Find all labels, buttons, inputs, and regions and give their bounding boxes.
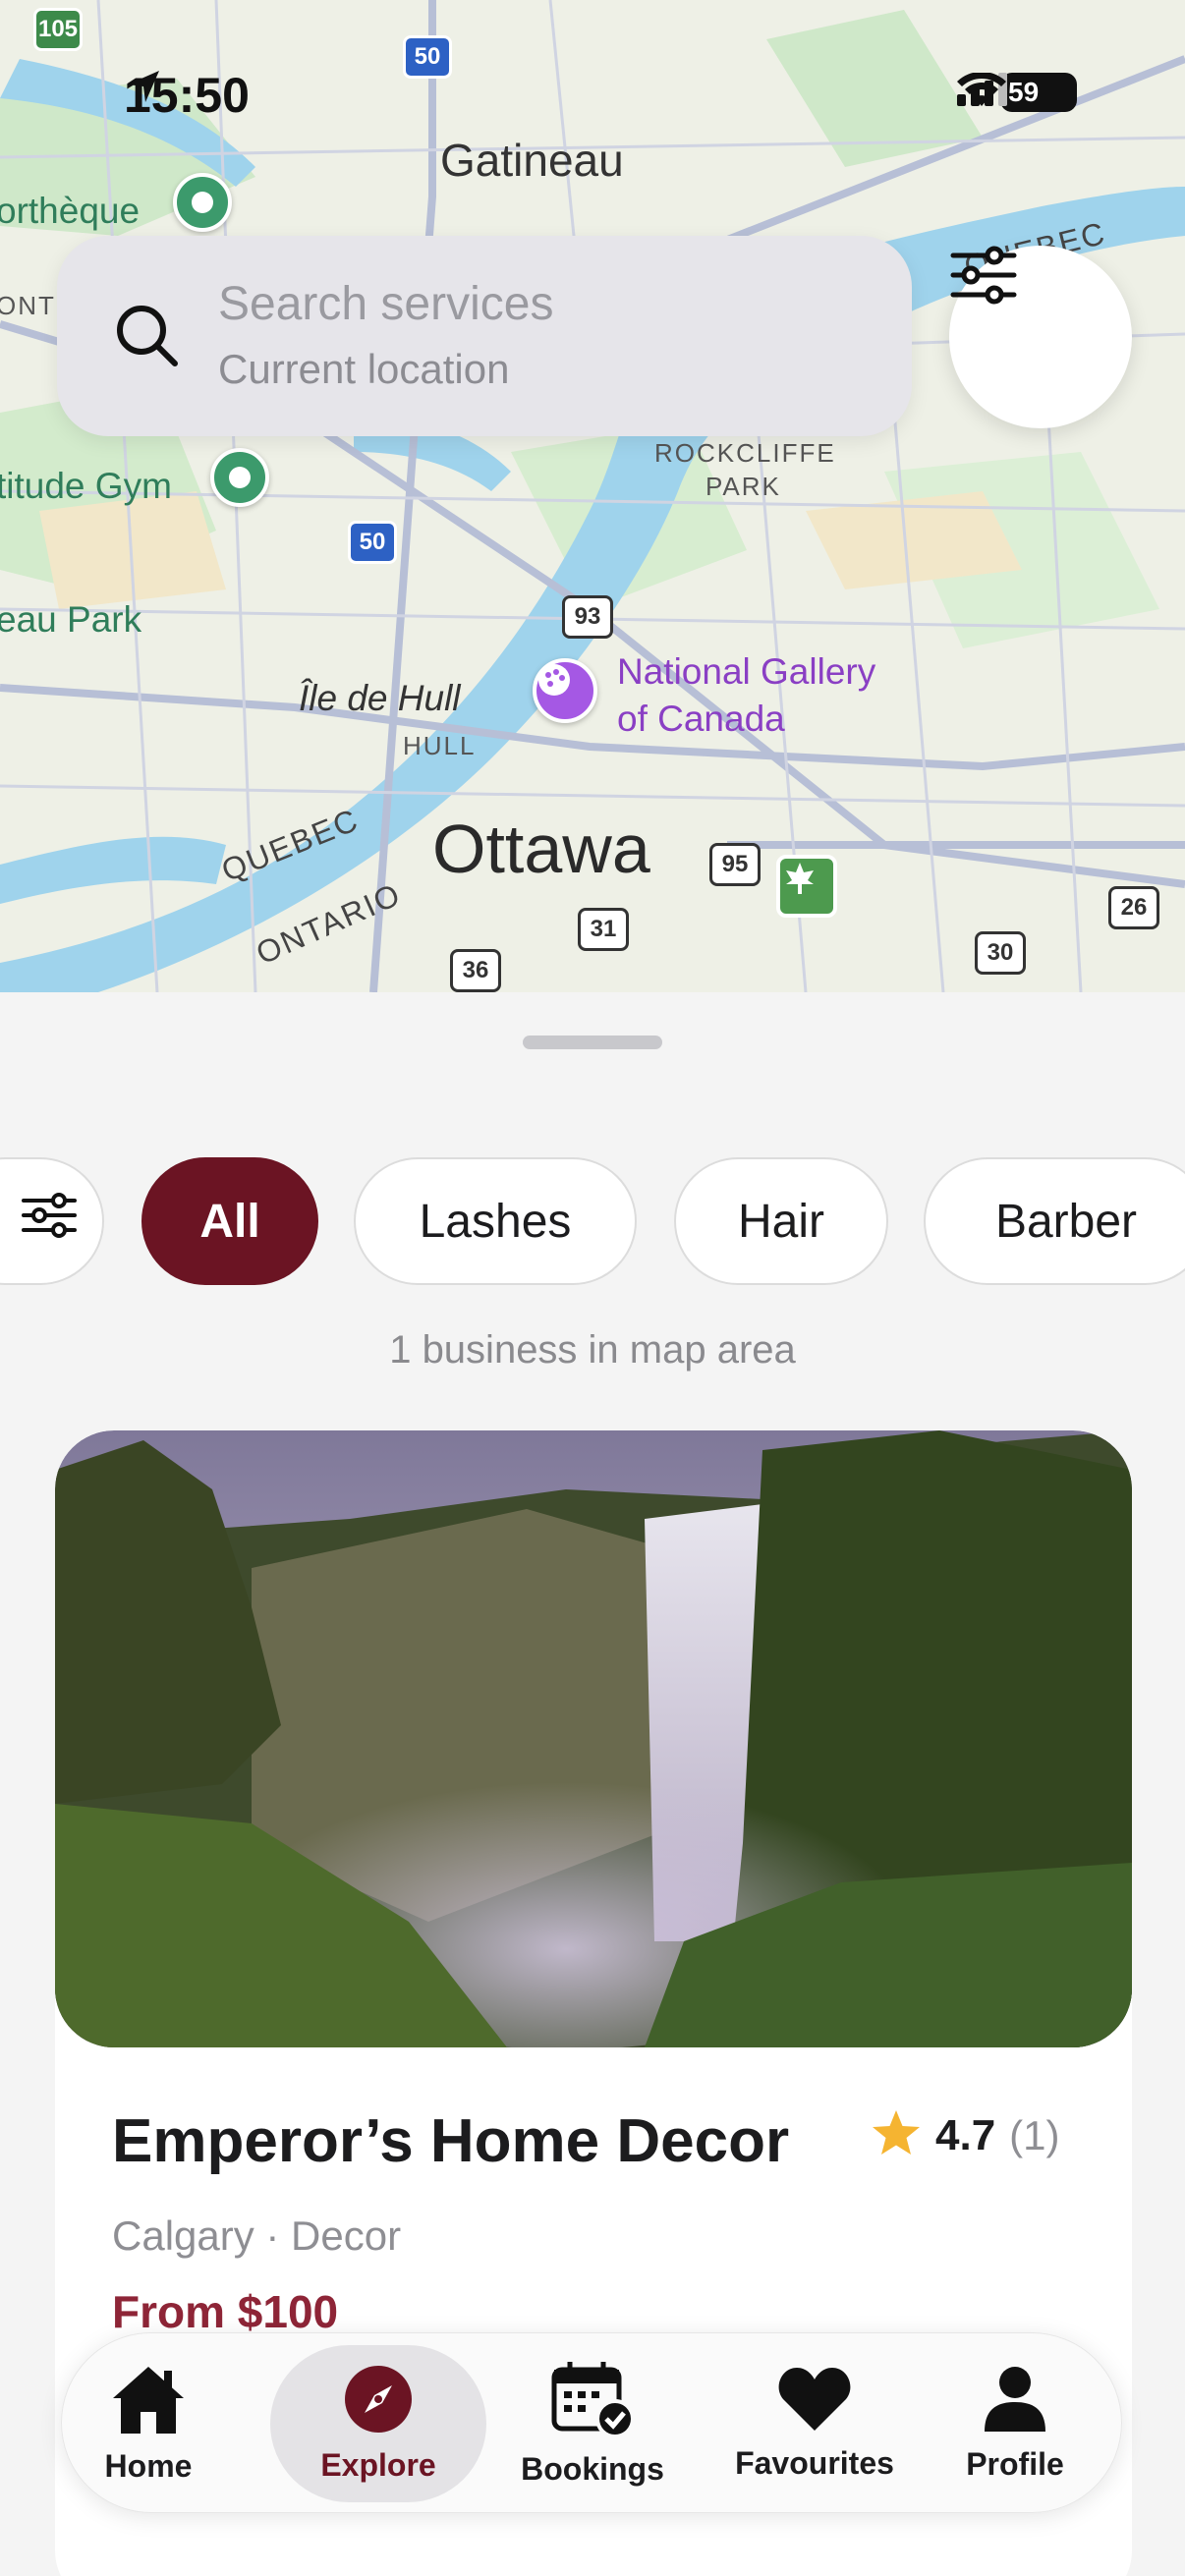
star-icon xyxy=(871,2108,922,2162)
chip-barber[interactable]: Barber xyxy=(924,1157,1185,1285)
route-shield-93: 93 xyxy=(562,595,613,639)
map-view[interactable]: Gatineau Ottawa orthèque titude Gym eau … xyxy=(0,0,1185,992)
review-count: (1) xyxy=(1009,2111,1060,2158)
chip-lashes[interactable]: Lashes xyxy=(354,1157,637,1285)
business-photo xyxy=(55,1430,1132,2047)
business-price: From $100 xyxy=(112,2286,339,2337)
tab-bookings-label: Bookings xyxy=(521,2451,664,2487)
category-chips: All Lashes Hair Barber xyxy=(0,1157,1185,1285)
tab-explore[interactable]: Explore xyxy=(270,2345,486,2502)
map-label-national-gallery[interactable]: National Gallery of Canada xyxy=(617,648,875,743)
chip-all[interactable]: All xyxy=(141,1157,318,1285)
map-label-rockcliffe: ROCKCLIFFE xyxy=(654,438,836,468)
house-icon xyxy=(109,2363,188,2440)
map-label-ont: ONT xyxy=(0,291,56,320)
sheet-grabber[interactable] xyxy=(523,1036,662,1049)
tab-profile[interactable]: Profile xyxy=(946,2345,1084,2502)
route-shield-50: 50 xyxy=(348,521,397,564)
map-label-ottawa: Ottawa xyxy=(432,811,650,887)
sliders-icon xyxy=(22,1193,77,1250)
search-placeholder: Search services xyxy=(218,278,554,330)
map-label-ile-de-hull: Île de Hull xyxy=(299,678,461,718)
tab-explore-label: Explore xyxy=(320,2447,436,2483)
person-icon xyxy=(983,2365,1047,2438)
business-name: Emperor’s Home Decor xyxy=(112,2107,790,2175)
map-label-park: eau Park xyxy=(0,599,142,640)
search-location: Current location xyxy=(218,346,510,392)
rating-value: 4.7 xyxy=(935,2110,996,2159)
tab-favourites-label: Favourites xyxy=(735,2445,894,2481)
route-shield-50-top: 50 xyxy=(403,35,452,79)
tab-bar: Home Explore Bookings Favourites Profile xyxy=(61,2332,1122,2513)
route-shield-26: 26 xyxy=(1108,886,1159,929)
chip-hair[interactable]: Hair xyxy=(674,1157,888,1285)
heart-icon xyxy=(777,2366,852,2437)
tab-favourites[interactable]: Favourites xyxy=(714,2345,915,2502)
business-location-category: Calgary · Decor xyxy=(112,2212,402,2259)
status-indicators: 59 xyxy=(957,73,1077,112)
results-count: 1 business in map area xyxy=(389,1328,796,1372)
map-label-park-small: PARK xyxy=(705,472,781,501)
map-pin-national-gallery[interactable] xyxy=(533,658,597,723)
tab-profile-label: Profile xyxy=(966,2446,1064,2482)
tab-home-label: Home xyxy=(104,2448,193,2484)
tab-bookings[interactable]: Bookings xyxy=(506,2345,679,2502)
map-pin-altitude-gym[interactable] xyxy=(210,448,269,507)
map-label-bibliotheque: orthèque xyxy=(0,191,141,231)
map-label-national-gallery-line1: National Gallery xyxy=(617,651,876,692)
map-label-hull: HULL xyxy=(403,731,477,760)
map-pin-bibliotheque[interactable] xyxy=(173,173,232,232)
route-shield-105: 105 xyxy=(33,8,83,51)
map-label-national-gallery-line2: of Canada xyxy=(617,699,785,739)
business-rating: 4.7 (1) xyxy=(871,2108,1060,2162)
route-shield-31: 31 xyxy=(578,908,629,951)
chip-filter-button[interactable] xyxy=(0,1157,104,1285)
status-time: 15:50 xyxy=(124,67,250,124)
calendar-check-icon xyxy=(550,2360,635,2443)
search-bar[interactable]: Search services Current location xyxy=(57,236,912,436)
route-shield-36: 36 xyxy=(450,949,501,992)
map-label-gatineau: Gatineau xyxy=(440,135,624,186)
battery-level: 59 xyxy=(1008,77,1040,107)
route-shield-95: 95 xyxy=(709,843,761,886)
map-filter-button[interactable] xyxy=(949,246,1132,428)
maple-leaf-icon[interactable] xyxy=(776,855,837,918)
map-label-altitude-gym: titude Gym xyxy=(0,466,172,506)
tab-home[interactable]: Home xyxy=(85,2345,211,2502)
compass-icon xyxy=(343,2364,414,2439)
route-shield-30: 30 xyxy=(975,931,1026,975)
